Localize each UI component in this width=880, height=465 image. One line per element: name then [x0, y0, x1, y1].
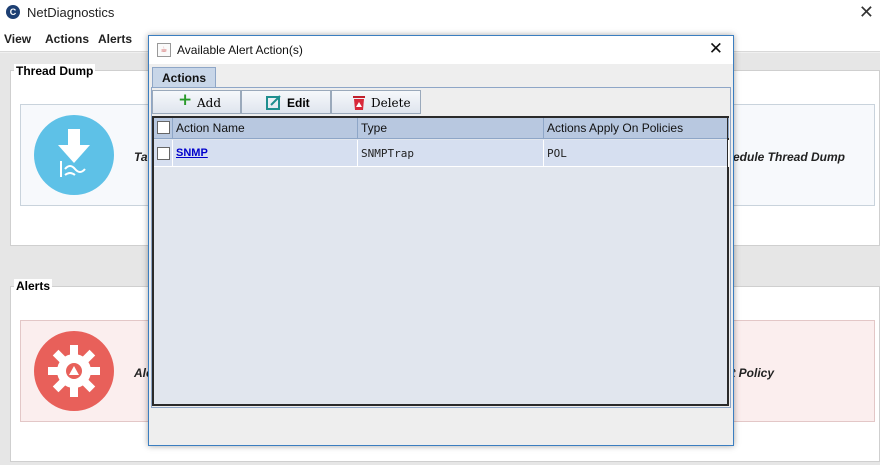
- app-titlebar: C NetDiagnostics ✕: [0, 0, 880, 26]
- action-policies-cell: POL: [544, 140, 729, 167]
- delete-button-label: Delete: [371, 96, 411, 110]
- alerts-card-left[interactable]: Ale: [20, 320, 153, 422]
- trash-icon: [352, 95, 366, 114]
- gear-warning-icon: [34, 331, 114, 411]
- column-type[interactable]: Type: [358, 118, 544, 138]
- thread-dump-title: Thread Dump: [14, 64, 96, 78]
- edit-button-label: Edit: [287, 96, 310, 110]
- app-logo-icon: C: [6, 5, 20, 19]
- menu-view[interactable]: View: [4, 32, 31, 46]
- action-type-cell: SNMPTrap: [358, 140, 544, 167]
- tab-actions[interactable]: Actions: [152, 67, 216, 88]
- dialog-close-icon[interactable]: ✕: [709, 39, 723, 59]
- thread-dump-card-left[interactable]: Ta: [20, 104, 150, 206]
- alert-policy-card[interactable]: ert Policy: [715, 320, 875, 422]
- app-title: NetDiagnostics: [27, 5, 115, 20]
- download-icon: [34, 115, 114, 195]
- select-all-checkbox[interactable]: [157, 121, 170, 134]
- java-icon: ☕: [157, 43, 171, 57]
- action-toolbar: + Add Edit Delete: [152, 90, 732, 115]
- schedule-thread-dump-text: edule Thread Dump: [733, 150, 846, 164]
- dialog-title: Available Alert Action(s): [177, 43, 303, 57]
- select-all-header: [154, 118, 173, 138]
- app-close-icon[interactable]: ✕: [859, 2, 874, 23]
- menu-actions[interactable]: Actions: [45, 32, 89, 46]
- delete-button[interactable]: Delete: [331, 90, 421, 114]
- column-policies[interactable]: Actions Apply On Policies: [544, 118, 729, 138]
- row-checkbox-cell: [154, 140, 173, 167]
- edit-icon: [266, 95, 282, 114]
- column-action-name[interactable]: Action Name: [173, 118, 358, 138]
- plus-icon: +: [178, 90, 193, 110]
- thread-dump-left-text: Ta: [134, 150, 148, 164]
- actions-table: Action Name Type Actions Apply On Polici…: [152, 116, 729, 406]
- table-row[interactable]: SNMP SNMPTrap POL: [154, 140, 729, 167]
- row-checkbox[interactable]: [157, 147, 170, 160]
- schedule-thread-dump-card[interactable]: edule Thread Dump: [732, 104, 875, 206]
- edit-button[interactable]: Edit: [241, 90, 331, 114]
- add-button[interactable]: + Add: [152, 90, 241, 114]
- dialog-titlebar: ☕ Available Alert Action(s) ✕: [149, 36, 733, 64]
- menu-alerts[interactable]: Alerts: [98, 32, 132, 46]
- table-header: Action Name Type Actions Apply On Polici…: [154, 118, 729, 139]
- action-name-link[interactable]: SNMP: [173, 140, 358, 167]
- available-alert-actions-dialog: ☕ Available Alert Action(s) ✕ Actions + …: [148, 35, 734, 446]
- add-button-label: Add: [197, 96, 222, 110]
- alerts-title: Alerts: [14, 279, 53, 293]
